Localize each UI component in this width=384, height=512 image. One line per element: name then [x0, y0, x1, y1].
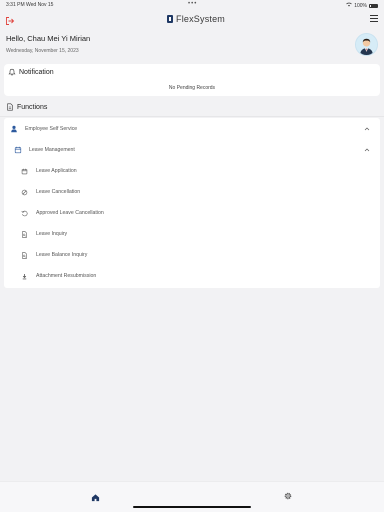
- notification-header: Notification: [8, 68, 54, 76]
- status-time-date: 3:31 PM Wed Nov 15: [6, 2, 54, 8]
- menu-item-leave-application[interactable]: Leave Application: [4, 163, 380, 179]
- app-header: FlexSystem: [0, 10, 384, 30]
- notification-title: Notification: [19, 68, 54, 76]
- hamburger-line: [370, 21, 378, 22]
- chevron-up-icon[interactable]: [364, 126, 370, 132]
- menu-item-label: Leave Application: [36, 168, 77, 174]
- undo-icon: [21, 210, 28, 216]
- document-search-icon: [22, 230, 27, 238]
- chevron-up-icon[interactable]: [364, 147, 370, 153]
- wifi-icon: [346, 2, 352, 9]
- menu-item-leave-cancellation[interactable]: Leave Cancellation: [4, 184, 380, 200]
- calendar-icon: [14, 146, 22, 154]
- battery-icon: [369, 3, 378, 8]
- logout-icon: [6, 17, 15, 25]
- subgroup-leave-management[interactable]: Leave Management: [4, 142, 380, 158]
- bell-icon: [8, 68, 16, 76]
- menu-item-label: Leave Inquiry: [36, 231, 68, 237]
- menu-item-label: Approved Leave Cancellation: [36, 210, 104, 216]
- status-bar: 3:31 PM Wed Nov 15 ••• 100%: [0, 0, 384, 10]
- menu-item-leave-balance-inquiry[interactable]: Leave Balance Inquiry: [4, 247, 380, 263]
- document-search-icon: [22, 251, 27, 259]
- upload-icon: [22, 273, 27, 279]
- functions-title: Functions: [17, 103, 48, 111]
- nav-settings-button[interactable]: [283, 488, 293, 500]
- brand-name: FlexSystem: [176, 14, 226, 24]
- battery-percent: 100%: [354, 2, 367, 9]
- divider: [0, 116, 384, 117]
- brand-logo-icon: [167, 15, 173, 23]
- menu-item-label: Attachment Resubmission: [36, 273, 97, 279]
- nav-home-button[interactable]: [91, 489, 100, 502]
- menu-item-approved-leave-cancellation[interactable]: Approved Leave Cancellation: [4, 205, 380, 221]
- notification-card: Notification No Pending Records: [4, 64, 380, 96]
- person-icon: [11, 125, 17, 133]
- brand: FlexSystem: [167, 14, 225, 24]
- logout-button[interactable]: [5, 13, 17, 25]
- home-indicator[interactable]: [133, 506, 251, 508]
- notification-empty-text: No Pending Records: [168, 85, 216, 91]
- menu-item-attachment-resubmission[interactable]: Attachment Resubmission: [4, 268, 380, 284]
- avatar[interactable]: [355, 33, 378, 56]
- functions-card: Employee Self Service Leave Management L…: [4, 118, 380, 288]
- document-icon: [7, 103, 13, 111]
- group-label: Employee Self Service: [25, 126, 78, 132]
- greeting-name: Hello, Chau Mei Yi Mirian: [6, 34, 91, 43]
- multitasking-dots[interactable]: •••: [188, 1, 197, 7]
- gear-icon: [284, 492, 292, 500]
- menu-item-label: Leave Balance Inquiry: [36, 252, 88, 258]
- functions-header: Functions: [6, 103, 47, 111]
- menu-button[interactable]: [370, 15, 378, 23]
- subgroup-label: Leave Management: [29, 147, 75, 153]
- hamburger-line: [370, 15, 378, 16]
- calendar-icon: [21, 168, 28, 174]
- hamburger-line: [370, 18, 378, 19]
- user-avatar-icon: [356, 34, 377, 55]
- cancel-icon: [21, 189, 28, 195]
- home-icon: [91, 494, 100, 502]
- status-indicators: 100%: [346, 2, 378, 9]
- group-employee-self-service[interactable]: Employee Self Service: [4, 121, 380, 137]
- menu-item-leave-inquiry[interactable]: Leave Inquiry: [4, 226, 380, 242]
- menu-item-label: Leave Cancellation: [36, 189, 81, 195]
- greeting-date: Wednesday, November 15, 2023: [6, 48, 79, 54]
- greeting: Hello, Chau Mei Yi Mirian Wednesday, Nov…: [6, 34, 90, 54]
